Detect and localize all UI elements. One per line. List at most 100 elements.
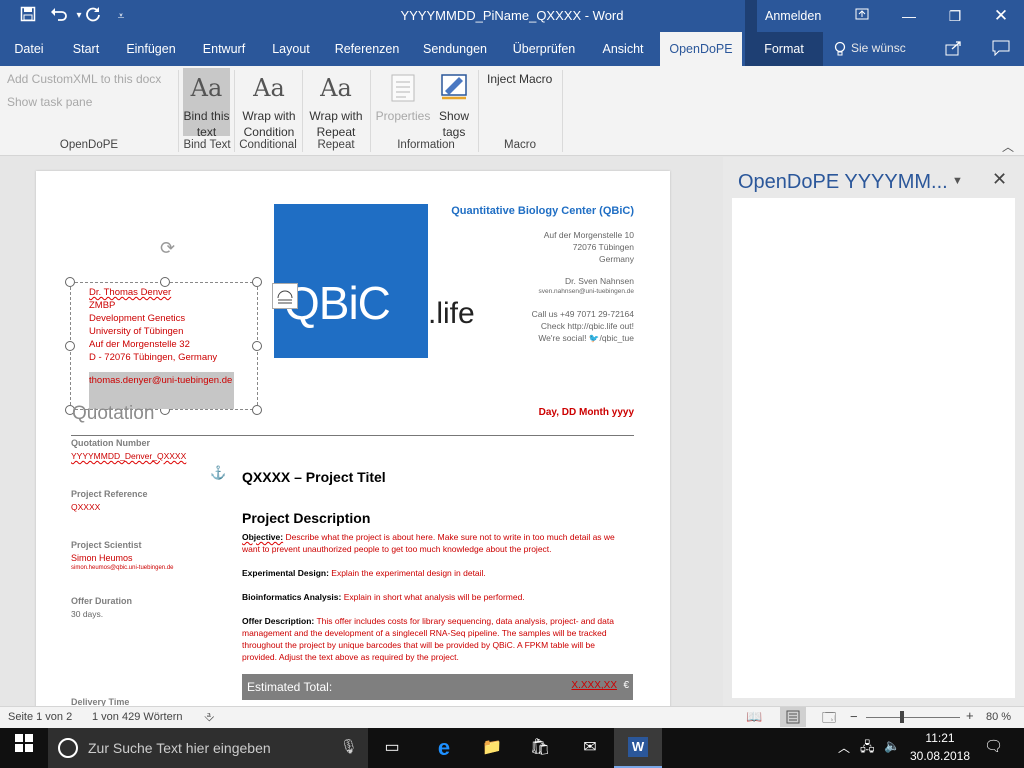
clock-time[interactable]: 11:21 xyxy=(910,731,970,745)
print-layout-icon[interactable] xyxy=(780,707,806,727)
windows-start-icon[interactable] xyxy=(10,734,38,762)
show-task-pane-button[interactable]: Show task pane xyxy=(7,95,92,109)
twitter-handle: /qbic_tue xyxy=(599,333,635,343)
project-reference-value: QXXXX xyxy=(71,502,101,512)
address-line: University of Tübingen xyxy=(89,326,184,337)
tab-datei[interactable]: Datei xyxy=(8,32,50,66)
mail-icon[interactable]: ✉ xyxy=(576,734,604,762)
tab-start[interactable]: Start xyxy=(62,32,110,66)
tab-entwurf[interactable]: Entwurf xyxy=(195,32,253,66)
aa-icon: Aa xyxy=(190,74,223,102)
group-separator xyxy=(178,70,179,152)
layout-options-icon[interactable] xyxy=(272,283,298,309)
context-tab-header xyxy=(745,0,757,32)
contact-email: sven.nahnsen@uni-tuebingen.de xyxy=(538,288,634,295)
share-icon[interactable] xyxy=(945,40,963,61)
minimize-icon[interactable]: — xyxy=(887,4,931,28)
resize-handle[interactable] xyxy=(65,277,75,287)
resize-handle[interactable] xyxy=(252,341,262,351)
close-icon[interactable]: ✕ xyxy=(992,169,1007,190)
bind-this-text-button[interactable]: Aa Bind this text xyxy=(183,68,230,139)
org-contact: Call us +49 7071 29-72164 Check http://q… xyxy=(440,308,634,344)
tab-ueberpruefen[interactable]: Überprüfen xyxy=(505,32,583,66)
tab-einfuegen[interactable]: Einfügen xyxy=(120,32,182,66)
sign-in-link[interactable]: Anmelden xyxy=(765,9,821,23)
inject-macro-button[interactable]: Inject Macro xyxy=(487,72,552,86)
resize-handle[interactable] xyxy=(65,341,75,351)
wrap-repeat-label: Wrap with Repeat xyxy=(309,109,363,139)
wrap-with-condition-button[interactable]: Aa Wrap with Condition xyxy=(238,68,300,140)
org-social-text: We're social! xyxy=(538,333,589,343)
objective-paragraph: Objective: Describe what the project is … xyxy=(242,531,632,555)
project-scientist-email: simon.heumos@qbic.uni-tuebingen.de xyxy=(71,565,174,571)
file-explorer-icon[interactable]: 📁 xyxy=(478,734,506,762)
restore-icon[interactable]: ❐ xyxy=(933,4,977,28)
zoom-out-icon[interactable]: − xyxy=(850,709,858,724)
bioinformatics-label: Bioinformatics Analysis: xyxy=(242,592,342,602)
clock-date[interactable]: 30.08.2018 xyxy=(905,749,975,763)
org-contact-line: Call us +49 7071 29-72164 xyxy=(531,309,634,319)
show-hidden-icons-icon[interactable]: ︿ xyxy=(838,739,850,756)
tab-opendope[interactable]: OpenDoPE xyxy=(660,32,742,66)
tab-format[interactable]: Format xyxy=(745,32,823,66)
estimated-total-label: Estimated Total: xyxy=(247,680,333,694)
aa-icon: Aa xyxy=(253,74,285,102)
read-mode-icon[interactable]: 📖 xyxy=(746,709,762,725)
close-window-icon[interactable]: ✕ xyxy=(979,4,1023,28)
tab-sendungen[interactable]: Sendungen xyxy=(418,32,492,66)
ribbon-tabs: Datei Start Einfügen Entwurf Layout Refe… xyxy=(0,32,1024,66)
zoom-level[interactable]: 80 % xyxy=(986,711,1011,723)
taskbar-search-input[interactable]: Zur Suche Text hier eingeben xyxy=(88,740,271,756)
zoom-slider-thumb[interactable] xyxy=(900,711,904,723)
word-count[interactable]: 1 von 429 Wörtern xyxy=(92,711,183,723)
properties-button[interactable]: Properties xyxy=(374,68,432,124)
delivery-time-label: Delivery Time xyxy=(71,697,130,706)
title-bar: ▾ ⩡ YYYYMMDD_PiName_QXXXX - Word Anmelde… xyxy=(0,0,1024,32)
collapse-ribbon-icon[interactable]: ︿ xyxy=(1002,138,1014,155)
address-line: Development Genetics xyxy=(89,313,186,324)
currency-symbol: € xyxy=(623,680,629,691)
bioinformatics-paragraph: Bioinformatics Analysis: Explain in shor… xyxy=(242,591,632,603)
ribbon-display-options-icon[interactable] xyxy=(840,4,884,28)
rotate-handle-icon[interactable]: ⟳ xyxy=(160,238,175,259)
tell-me-box[interactable]: Sie wünsc xyxy=(851,41,906,55)
org-address-line: Auf der Morgenstelle 10 xyxy=(543,230,634,240)
experimental-label: Experimental Design: xyxy=(242,568,329,578)
group-label-conditional: Conditional xyxy=(239,139,297,151)
action-center-icon[interactable]: 🗨 xyxy=(984,737,1003,755)
task-pane-body[interactable] xyxy=(732,198,1015,698)
resize-handle[interactable] xyxy=(252,277,262,287)
windows-taskbar: Zur Suche Text hier eingeben 🎙 ▭ e 📁 🛍 ✉… xyxy=(0,728,1024,768)
document-page[interactable]: ⟳ Dr. Thomas Denver ZMBP Development Gen… xyxy=(36,171,670,706)
comment-icon[interactable] xyxy=(992,40,1010,61)
edge-icon[interactable]: e xyxy=(430,734,458,762)
bind-label: Bind this text xyxy=(183,109,230,139)
quotation-number-value: YYYYMMDD_Denver_QXXXX xyxy=(71,451,187,461)
project-scientist-value: Simon Heumos xyxy=(71,553,133,563)
add-customxml-button[interactable]: Add CustomXML to this docx xyxy=(7,72,161,86)
offer-description-label: Offer Description: xyxy=(242,616,315,626)
bioinformatics-text: Explain in short what analysis will be p… xyxy=(341,592,525,602)
zoom-in-icon[interactable]: + xyxy=(966,708,974,723)
task-view-icon[interactable]: ▭ xyxy=(378,734,406,762)
experimental-paragraph: Experimental Design: Explain the experim… xyxy=(242,567,632,579)
tab-layout[interactable]: Layout xyxy=(265,32,317,66)
tab-referenzen[interactable]: Referenzen xyxy=(330,32,404,66)
network-icon[interactable]: 🖧 xyxy=(860,738,875,760)
offer-description-paragraph: Offer Description: This offer includes c… xyxy=(242,615,632,663)
word-taskbar-button[interactable]: W xyxy=(614,728,662,768)
resize-handle[interactable] xyxy=(252,405,262,415)
chevron-down-icon[interactable]: ▼ xyxy=(952,175,963,187)
wrap-condition-label: Wrap with Condition xyxy=(242,109,296,139)
show-tags-button[interactable]: Show tags xyxy=(434,68,474,140)
org-contact-line: Check http://qbic.life out! xyxy=(540,321,634,331)
page-count[interactable]: Seite 1 von 2 xyxy=(8,711,72,723)
store-icon[interactable]: 🛍 xyxy=(526,734,554,762)
zoom-slider[interactable] xyxy=(866,717,960,718)
tab-ansicht[interactable]: Ansicht xyxy=(594,32,652,66)
proofing-icon[interactable]: ⎀ xyxy=(204,709,214,725)
wrap-with-repeat-button[interactable]: Aa Wrap with Repeat xyxy=(306,68,366,140)
taskbar-search-box[interactable]: Zur Suche Text hier eingeben 🎙 xyxy=(48,728,368,768)
microphone-icon[interactable]: 🎙 xyxy=(340,738,358,755)
volume-icon[interactable]: 🔈 xyxy=(884,738,900,754)
